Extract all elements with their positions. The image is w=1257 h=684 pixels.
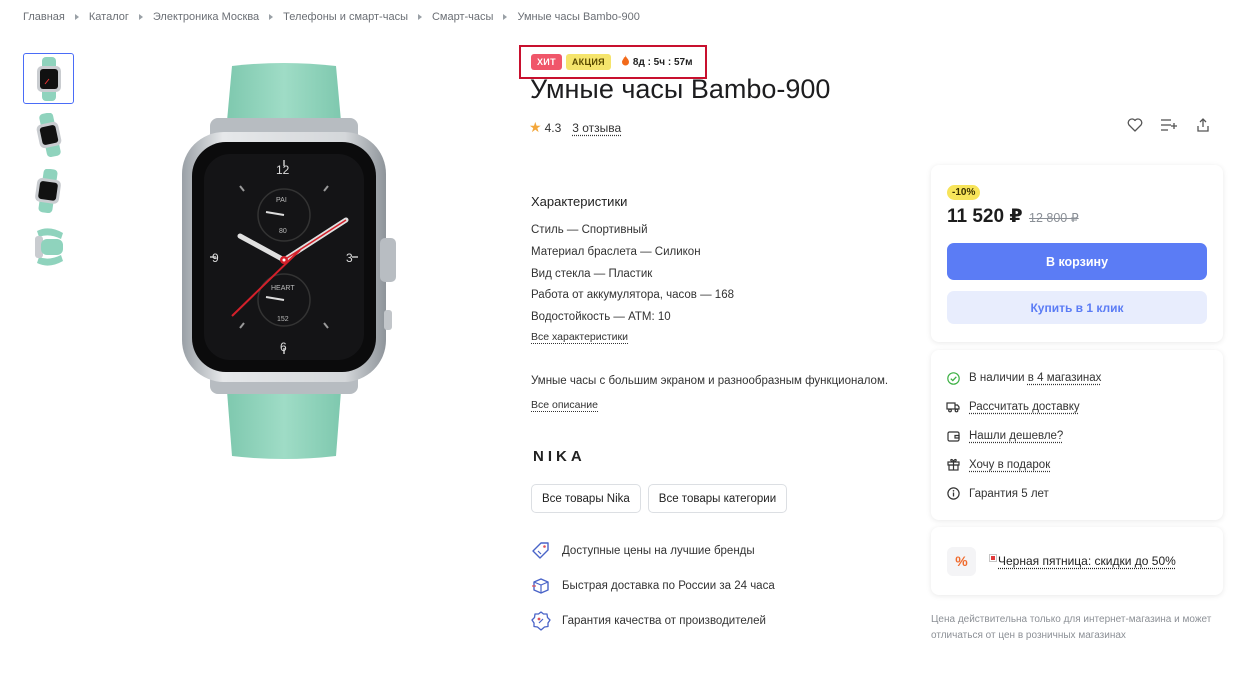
countdown-timer: 8д : 5ч : 57м xyxy=(621,55,693,69)
watch-numeral-6: 6 xyxy=(280,340,287,354)
info-card: В наличии в 4 магазинах Рассчитать доста… xyxy=(931,350,1223,520)
rating-value: 4.3 xyxy=(544,120,562,135)
promo-card[interactable]: % Черная пятница: скидки до 50% xyxy=(931,527,1223,595)
add-to-cart-button[interactable]: В корзину xyxy=(947,243,1207,280)
feature-item: Доступные цены на лучшие бренды xyxy=(531,533,775,568)
spec-item: Водостойкость — ATM: 10 xyxy=(531,311,671,324)
truck-icon xyxy=(946,400,960,414)
calculate-delivery-link[interactable]: Рассчитать доставку xyxy=(969,401,1080,413)
thumbnail-profile[interactable] xyxy=(23,221,74,272)
chevron-right-icon xyxy=(417,14,422,20)
watch-numeral-9: 9 xyxy=(212,251,219,265)
chevron-right-icon xyxy=(269,14,274,20)
specs-list: Стиль — Спортивный Материал браслета — С… xyxy=(531,220,734,329)
stock-stores-link[interactable]: в 4 магазинах xyxy=(1028,372,1102,384)
watch-subdial-value: 80 xyxy=(279,228,287,235)
feature-item: Гарантия качества от производителей xyxy=(531,603,775,638)
gift-row: Хочу в подарок xyxy=(946,450,1223,479)
all-brand-products-button[interactable]: Все товары Nika xyxy=(531,484,641,513)
breadcrumb-catalog[interactable]: Каталог xyxy=(89,11,129,23)
promo-link[interactable]: Черная пятница: скидки до 50% xyxy=(989,554,1176,568)
features-list: Доступные цены на лучшие бренды Быстрая … xyxy=(531,533,775,638)
watch-numeral-3: 3 xyxy=(346,251,353,265)
old-price: 12 800 ₽ xyxy=(1029,211,1079,225)
promo-badge: АКЦИЯ xyxy=(565,54,611,70)
all-category-products-button[interactable]: Все товары категории xyxy=(647,484,788,513)
breadcrumb-phones[interactable]: Телефоны и смарт-часы xyxy=(283,11,408,23)
discount-badge: -10% xyxy=(947,185,981,200)
broken-image-icon xyxy=(989,554,997,562)
quality-badge-icon xyxy=(531,610,551,631)
countdown-value: 8д : 5ч : 57м xyxy=(632,56,693,68)
star-icon: ★ xyxy=(529,119,542,135)
product-title: Умные часы Bambo-900 xyxy=(530,74,831,104)
spec-item: Материал браслета — Силикон xyxy=(531,245,701,258)
reviews-link[interactable]: 3 отзыва xyxy=(572,121,621,135)
stock-row: В наличии в 4 магазинах xyxy=(946,364,1223,393)
watch-subdial-value: 152 xyxy=(277,316,289,323)
spec-item: Стиль — Спортивный xyxy=(531,224,648,236)
spec-item: Работа от аккумулятора, часов — 168 xyxy=(531,289,734,302)
found-cheaper-link[interactable]: Нашли дешевле? xyxy=(969,430,1063,442)
rating-block: ★ 4.3 3 отзыва xyxy=(529,119,621,136)
thumbnail-list xyxy=(23,53,74,277)
feature-text: Быстрая доставка по России за 24 часа xyxy=(562,579,775,592)
product-description: Умные часы с большим экраном и разнообра… xyxy=(531,375,889,387)
delivery-box-icon xyxy=(531,576,551,596)
share-icon[interactable] xyxy=(1194,116,1212,134)
all-description-link[interactable]: Все описание xyxy=(531,399,598,411)
wish-gift-link[interactable]: Хочу в подарок xyxy=(969,459,1050,471)
watch-subdial-label: PAI xyxy=(276,197,287,204)
breadcrumb-home[interactable]: Главная xyxy=(23,11,65,23)
wallet-icon xyxy=(946,429,960,443)
cheaper-row: Нашли дешевле? xyxy=(946,422,1223,451)
check-circle-icon xyxy=(946,371,960,385)
breadcrumb: Главная Каталог Электроника Москва Телеф… xyxy=(23,11,640,23)
hit-badge: ХИТ xyxy=(531,54,562,70)
spec-item: Вид стекла — Пластик xyxy=(531,267,653,280)
product-main-image[interactable]: 12 6 9 3 PAI 80 HEART 152 xyxy=(170,60,410,460)
price-disclaimer: Цена действительна только для интернет-м… xyxy=(931,614,1212,641)
brand-links: Все товары Nika Все товары категории xyxy=(531,484,788,513)
price-tag-icon xyxy=(531,541,551,561)
watch-numeral-12: 12 xyxy=(276,163,290,177)
warranty-row: Гарантия 5 лет xyxy=(946,479,1223,508)
compare-add-icon[interactable] xyxy=(1160,116,1178,134)
breadcrumb-current: Умные часы Bambo-900 xyxy=(517,11,640,23)
info-icon xyxy=(946,487,960,501)
stock-status: В наличии xyxy=(969,372,1025,385)
chevron-right-icon xyxy=(503,14,508,20)
all-specs-link[interactable]: Все характеристики xyxy=(531,331,628,343)
thumbnail-side[interactable] xyxy=(23,165,74,216)
feature-item: Быстрая доставка по России за 24 часа xyxy=(531,568,775,603)
feature-text: Доступные цены на лучшие бренды xyxy=(562,544,755,557)
chevron-right-icon xyxy=(138,14,143,20)
heart-icon[interactable] xyxy=(1126,116,1144,134)
product-actions xyxy=(1126,116,1212,134)
delivery-row: Рассчитать доставку xyxy=(946,393,1223,422)
watch-subdial-label: HEART xyxy=(271,285,295,292)
price-card: -10% 11 520 ₽ 12 800 ₽ В корзину Купить … xyxy=(931,165,1223,342)
chevron-right-icon xyxy=(74,14,79,20)
fire-icon xyxy=(621,55,630,69)
breadcrumb-smartwatches[interactable]: Смарт-часы xyxy=(432,11,493,23)
gift-icon xyxy=(946,458,960,472)
thumbnail-angle[interactable] xyxy=(23,109,74,160)
warranty-text: Гарантия 5 лет xyxy=(969,487,1049,500)
thumbnail-front[interactable] xyxy=(23,53,74,104)
brand-logo[interactable]: NIKA xyxy=(533,448,586,465)
breadcrumb-electronics[interactable]: Электроника Москва xyxy=(153,11,259,23)
buy-one-click-button[interactable]: Купить в 1 клик xyxy=(947,291,1207,324)
percent-icon: % xyxy=(947,546,976,576)
current-price: 11 520 ₽ xyxy=(947,206,1023,227)
promo-text: Черная пятница: скидки до 50% xyxy=(998,554,1176,568)
feature-text: Гарантия качества от производителей xyxy=(562,614,766,627)
specs-title: Характеристики xyxy=(531,194,628,209)
